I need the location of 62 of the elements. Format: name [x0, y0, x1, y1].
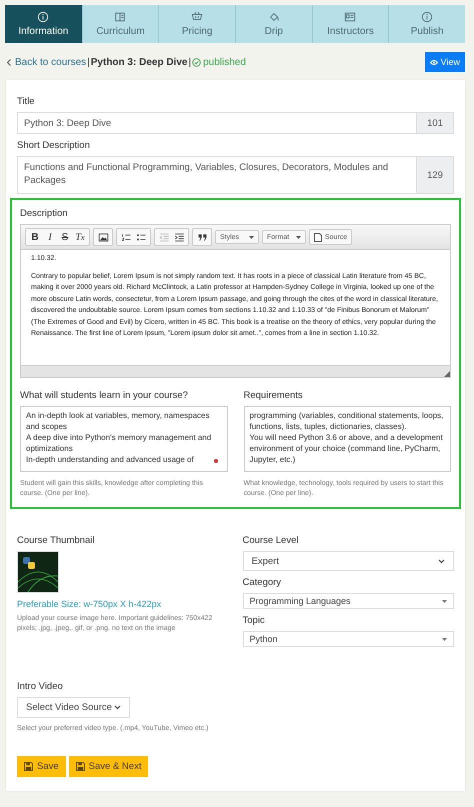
- size-guideline: Preferable Size: w-750px X h-422px: [17, 599, 162, 609]
- status-text: published: [203, 56, 246, 68]
- eye-icon: [430, 60, 438, 64]
- field-label: Intro Video: [17, 681, 64, 692]
- card-icon: [344, 11, 356, 23]
- requirements-field[interactable]: programming (variables, conditional statements, loops, functions, lists, tuples, dictionaries, classes). You will need Python 3.6 or above, and a development environment of your choice (command line, PyCharm, Jupyter, etc.): [244, 406, 451, 472]
- short-description-field[interactable]: Functions and Functional Programming, Variables, Closures, Decorators, Modules and Packages: [17, 156, 416, 194]
- numbered-list-icon: [120, 232, 132, 242]
- chevron-left-icon: [7, 58, 11, 66]
- view-button[interactable]: View: [424, 52, 465, 72]
- select-field[interactable]: Expert: [242, 551, 454, 571]
- book-icon: [114, 11, 126, 23]
- field-label: Requirements: [244, 390, 304, 401]
- info-icon: [421, 11, 434, 23]
- separator: |: [188, 56, 192, 68]
- learn-field[interactable]: An in-depth look at variables, memory, namespaces and scopes A deep dive into Python's memory management and optimizations In-depth understanding and advanced usage of: [20, 406, 228, 472]
- bullet-list-icon: [136, 232, 146, 242]
- field-label: Description: [20, 208, 69, 219]
- bold-button[interactable]: B: [28, 230, 42, 244]
- character-count: 129: [416, 156, 454, 194]
- chevron-down-icon: [438, 558, 445, 564]
- caret-down-icon: [296, 236, 301, 238]
- back-link[interactable]: Back to courses: [7, 56, 86, 68]
- field-label: Course Level: [242, 535, 300, 546]
- check-circle-icon: [192, 58, 202, 66]
- document-icon: [314, 232, 322, 242]
- resize-handle-icon[interactable]: [444, 371, 450, 377]
- video-source-select[interactable]: Select Video Source: [17, 697, 130, 718]
- floppy-icon: [76, 762, 85, 771]
- outdent-icon: [158, 232, 170, 242]
- field-label: Short Description: [17, 140, 91, 151]
- basket-icon: [191, 11, 204, 23]
- image-icon: [98, 232, 108, 242]
- strike-button[interactable]: S: [58, 230, 72, 244]
- save-button[interactable]: Save: [17, 756, 66, 777]
- course-title: Python 3: Deep Dive: [90, 56, 188, 68]
- separator: |: [87, 56, 90, 68]
- save-button[interactable]: Save & Next: [68, 756, 148, 777]
- field-label: Category: [242, 577, 282, 588]
- caret-down-icon: [249, 236, 254, 238]
- field-label: Title: [17, 96, 36, 107]
- field-label: What will students learn in your course?: [20, 390, 189, 401]
- tab[interactable]: Publish: [388, 5, 465, 43]
- field-label: Course Thumbnail: [17, 535, 96, 546]
- select-field[interactable]: Programming Languages: [242, 593, 454, 609]
- quote-icon: [196, 232, 208, 242]
- rich-text-editor[interactable]: [20, 224, 451, 378]
- grammar-indicator-icon: [214, 459, 218, 463]
- select-field[interactable]: Python: [242, 631, 454, 647]
- indent-icon: [174, 232, 184, 242]
- field-label: Topic: [242, 615, 266, 626]
- title-field[interactable]: Python 3: Deep Dive: [17, 112, 416, 134]
- chevron-down-icon: [114, 705, 121, 710]
- bucket-icon: [268, 11, 280, 23]
- caret-down-icon: [442, 600, 447, 602]
- character-count: 101: [416, 112, 454, 134]
- tab[interactable]: Information: [5, 5, 82, 43]
- floppy-icon: [24, 762, 33, 771]
- info-icon: [37, 11, 50, 23]
- italic-button[interactable]: I: [43, 230, 57, 244]
- caret-down-icon: [442, 638, 447, 640]
- thumbnail-image[interactable]: [17, 551, 59, 593]
